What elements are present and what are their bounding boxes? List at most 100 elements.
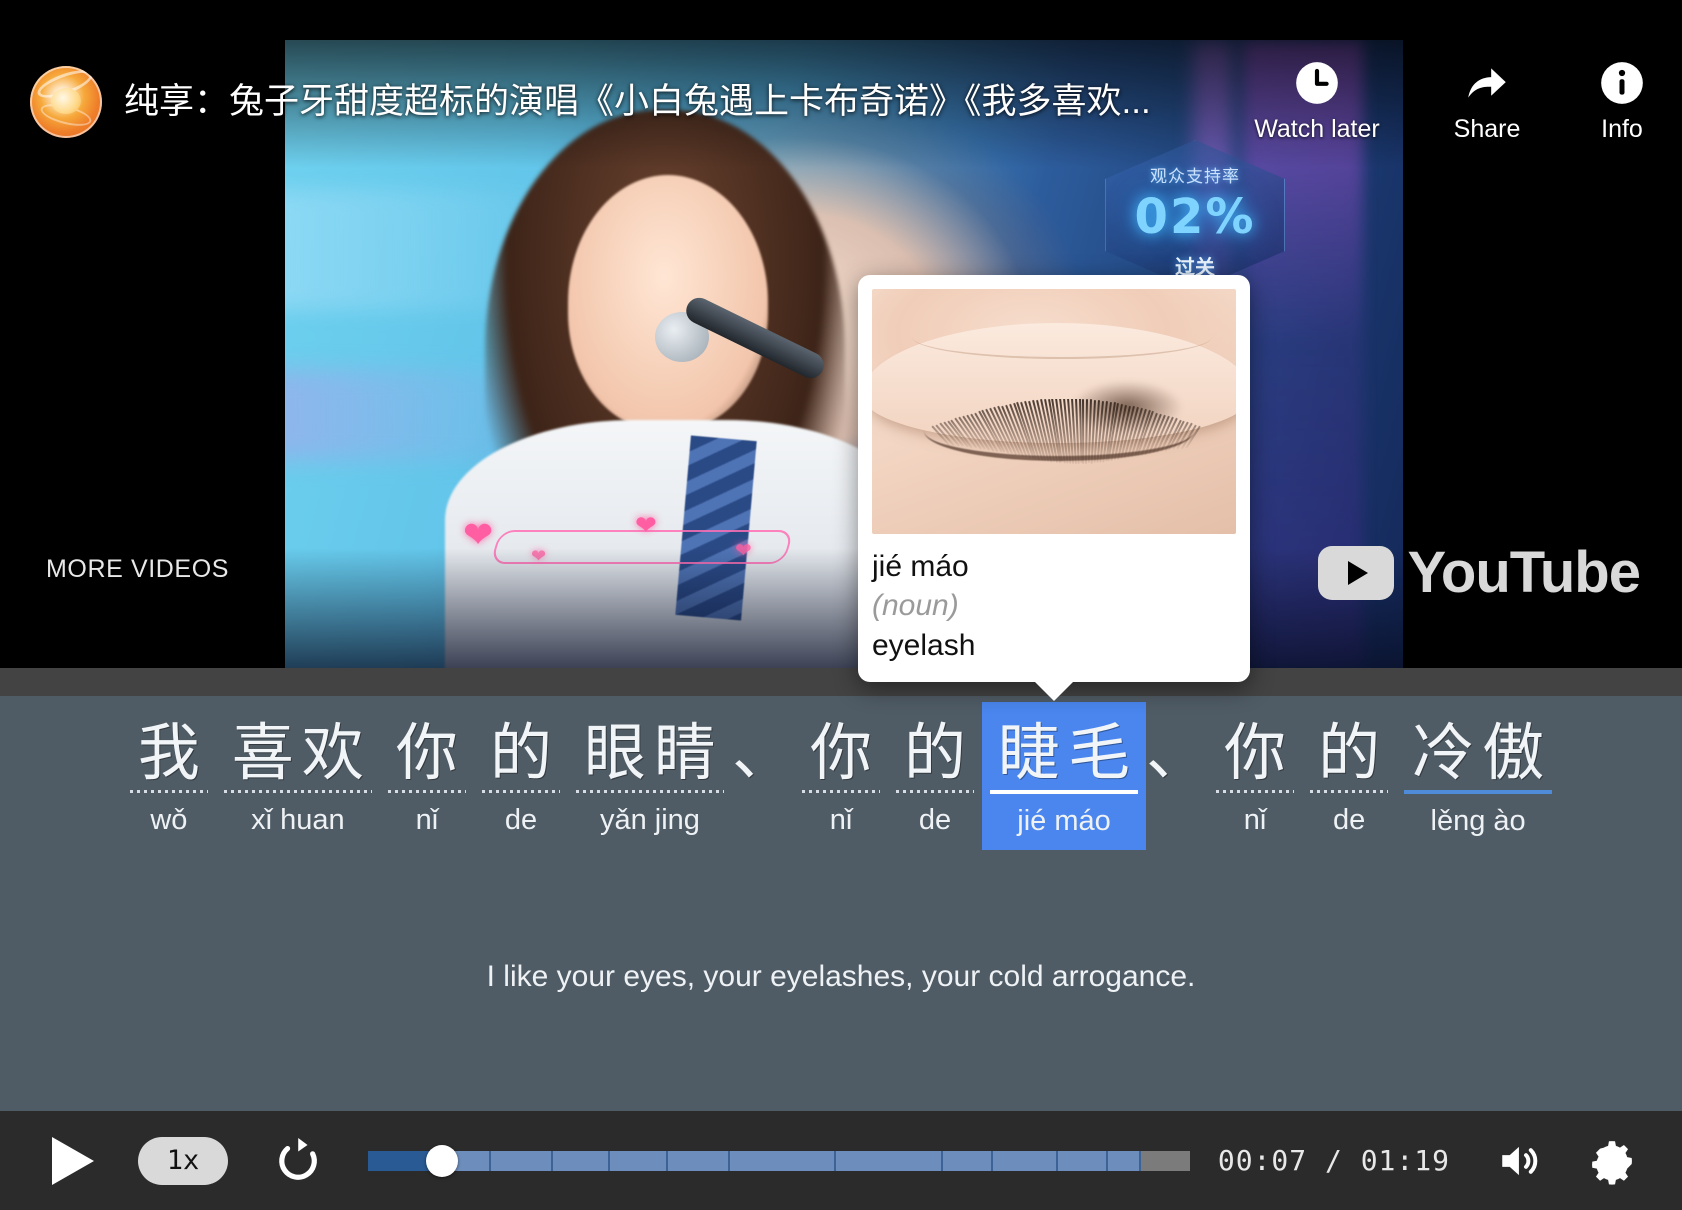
subtitle-pinyin: yǎn jing — [599, 804, 700, 836]
progress-segment[interactable] — [610, 1150, 668, 1171]
subtitle-pinyin: jié máo — [1017, 805, 1111, 837]
playback-speed-button[interactable]: 1x — [138, 1136, 228, 1185]
subtitle-hanzi: 、 — [1146, 716, 1209, 789]
clock-icon — [1222, 58, 1412, 110]
play-icon[interactable] — [44, 1133, 100, 1189]
subtitle-pinyin: nǐ — [415, 804, 439, 836]
eyelid-crease — [912, 315, 1212, 359]
subtitle-word-underline — [129, 790, 208, 793]
subtitle-hanzi: 你 — [809, 716, 880, 789]
youtube-play-icon — [1317, 546, 1394, 600]
progress-thumb[interactable] — [425, 1144, 458, 1177]
repeat-icon[interactable] — [272, 1135, 324, 1187]
tooltip-definition: eyelash — [872, 629, 976, 662]
subtitle-hanzi: 我 — [137, 716, 208, 789]
subtitle-word-underline — [481, 790, 560, 793]
subtitle-word[interactable]: 眼睛 yǎn jing — [568, 702, 732, 849]
performer-face — [568, 175, 768, 430]
subtitle-pinyin: nǐ — [1243, 804, 1267, 836]
progress-segment[interactable] — [1058, 1150, 1108, 1171]
subtitle-word[interactable]: 的 de — [1302, 702, 1396, 849]
progress-segment[interactable] — [943, 1150, 993, 1171]
youtube-logo[interactable]: YouTube — [1317, 540, 1641, 605]
more-videos-link[interactable]: MORE VIDEOS — [46, 555, 229, 584]
watch-later-label: Watch later — [1254, 115, 1380, 143]
progress-segment[interactable] — [836, 1150, 944, 1171]
subtitle-word[interactable]: 你 nǐ — [794, 702, 888, 849]
subtitle-hanzi: 的 — [904, 716, 975, 789]
volume-icon[interactable] — [1496, 1136, 1546, 1186]
subtitle-pinyin: de — [1332, 804, 1366, 836]
eyelashes — [927, 399, 1207, 494]
definition-image — [872, 289, 1236, 534]
subtitle-word[interactable]: 我 wǒ — [122, 702, 216, 849]
subtitle-pinyin: de — [504, 804, 538, 836]
subtitle-word[interactable]: 睫毛 jié máo — [982, 702, 1147, 850]
subtitle-hanzi: 冷傲 — [1412, 716, 1553, 789]
progress-segment[interactable] — [491, 1150, 553, 1171]
progress-segment[interactable] — [729, 1150, 837, 1171]
progress-segment[interactable] — [667, 1150, 730, 1171]
subtitle-pinyin: xǐ huan — [251, 804, 345, 836]
subtitle-word-underline — [896, 790, 975, 793]
subtitle-word[interactable]: 你 nǐ — [1208, 702, 1302, 849]
subtitle-pinyin: nǐ — [829, 804, 853, 836]
video-title[interactable]: 纯享：兔子牙甜度超标的演唱《小白兔遇上卡布奇诺》《我多喜欢... — [124, 74, 1194, 130]
progress-segment[interactable] — [992, 1150, 1059, 1171]
youtube-wordmark: YouTube — [1407, 540, 1641, 605]
tooltip-pinyin: jié máo — [872, 550, 969, 583]
subtitle-word-underline — [801, 790, 880, 793]
subtitle-word[interactable]: 、 — [1146, 702, 1208, 802]
vote-caption: 观众支持率 — [1150, 167, 1240, 187]
tooltip-part-of-speech: (noun) — [872, 589, 959, 622]
subtitle-word-underline — [1404, 790, 1553, 794]
subtitle-word[interactable]: 的 de — [474, 702, 568, 849]
subtitle-word[interactable]: 你 nǐ — [380, 702, 474, 849]
subtitle-hanzi: 睫毛 — [998, 716, 1139, 789]
subtitle-word-underline — [387, 790, 466, 793]
progress-segment[interactable] — [368, 1150, 410, 1171]
subtitle-hanzi: 你 — [1224, 716, 1295, 789]
subtitle-hanzi: 的 — [1318, 716, 1389, 789]
vote-percent: 02% — [1134, 189, 1256, 245]
watch-later-button[interactable]: Watch later — [1222, 58, 1412, 144]
avatar[interactable] — [30, 66, 102, 138]
subtitle-word[interactable]: 的 de — [888, 702, 982, 849]
progress-bar[interactable] — [368, 1139, 1190, 1183]
player-control-bar: 1x 00:07 / 01:19 — [0, 1111, 1682, 1210]
share-button[interactable]: Share — [1412, 58, 1562, 144]
subtitle-word-row: 我 wǒ 喜欢 xǐ huan 你 nǐ 的 de 眼睛 yǎn jing、你 nǐ 的 de 睫毛 jié… — [0, 702, 1682, 850]
subtitle-hanzi: 喜欢 — [231, 716, 372, 789]
panel-divider — [0, 668, 1682, 696]
subtitle-hanzi: 、 — [731, 716, 794, 789]
subtitle-word[interactable]: 喜欢 xǐ huan — [216, 702, 380, 849]
subtitle-panel: 我 wǒ 喜欢 xǐ huan 你 nǐ 的 de 眼睛 yǎn jing、你 nǐ 的 de 睫毛 jié… — [0, 696, 1682, 1111]
subtitle-word-underline — [223, 790, 372, 793]
word-definition-tooltip[interactable]: jié máo (noun) eyelash — [858, 275, 1250, 701]
subtitle-pinyin: lěng ào — [1430, 805, 1526, 837]
subtitle-hanzi: 你 — [395, 716, 466, 789]
subtitle-word-underline — [990, 790, 1139, 794]
subtitle-word[interactable]: 、 — [732, 702, 794, 802]
info-circle-icon — [1562, 58, 1682, 110]
gear-icon[interactable] — [1586, 1135, 1638, 1187]
info-label: Info — [1601, 115, 1643, 143]
subtitle-pinyin: wǒ — [150, 804, 188, 836]
info-button[interactable]: Info — [1562, 58, 1682, 144]
avatar-yolk — [51, 88, 81, 114]
subtitle-word-underline — [1310, 790, 1389, 793]
subtitle-translation: I like your eyes, your eyelashes, your c… — [486, 960, 1196, 993]
subtitle-hanzi: 眼睛 — [583, 716, 724, 789]
subtitle-word-underline — [1216, 790, 1295, 793]
time-display: 00:07 / 01:19 — [1217, 1144, 1450, 1177]
header-actions: Watch later Share Info — [1222, 58, 1682, 144]
progress-segment[interactable] — [552, 1150, 611, 1171]
subtitle-pinyin: de — [918, 804, 952, 836]
video-player-area[interactable]: ❤ ❤ ❤ ❤ 观众支持率 02% 过关 纯享：兔子牙甜度超标的演唱《小白兔遇上… — [0, 0, 1682, 668]
share-arrow-icon — [1412, 58, 1562, 110]
share-label: Share — [1453, 115, 1521, 143]
subtitle-word[interactable]: 冷傲 lěng ào — [1396, 702, 1560, 850]
progress-segment[interactable] — [1107, 1150, 1141, 1171]
vote-rate-badge: 观众支持率 02% 过关 — [1105, 140, 1285, 290]
subtitle-word-underline — [575, 790, 724, 793]
